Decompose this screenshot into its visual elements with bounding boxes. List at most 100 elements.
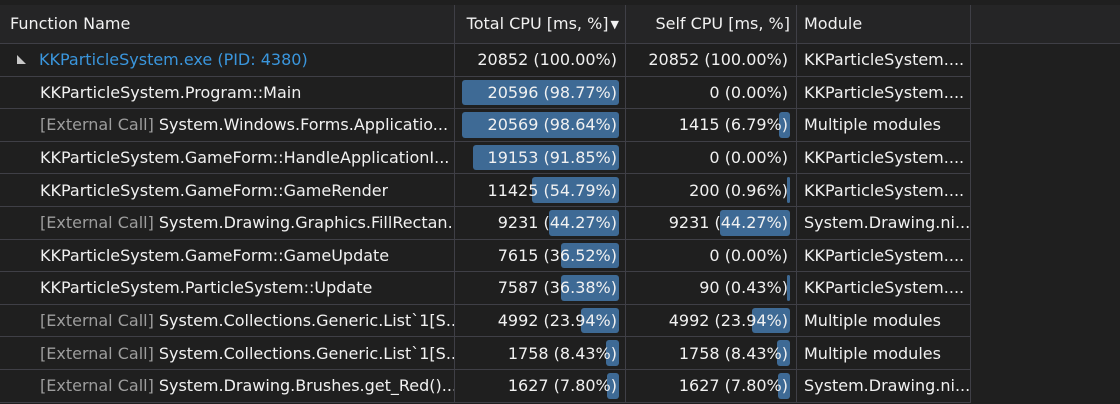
call-tree-rows: KKParticleSystem.exe (PID: 4380) 20852 (1… bbox=[0, 44, 971, 403]
module-name-text: KKParticleSystem.... bbox=[804, 82, 965, 102]
process-name-link[interactable]: KKParticleSystem.exe (PID: 4380) bbox=[39, 50, 308, 69]
table-row[interactable]: KKParticleSystem.GameForm::HandleApplica… bbox=[0, 141, 971, 175]
self-cpu-cell-value: 0 (0.00%) bbox=[709, 245, 788, 265]
self-cpu-cell: 9231 (44.27%) bbox=[626, 206, 797, 239]
total-cpu-cell-value: 7615 (36.52%) bbox=[497, 245, 617, 265]
external-call-label: [External Call] bbox=[40, 343, 154, 363]
function-name-cell: [External Call] System.Drawing.Graphics.F… bbox=[0, 206, 455, 239]
total-cpu-cell: 7587 (36.38%) bbox=[455, 272, 626, 304]
total-cpu-cell: 7615 (36.52%) bbox=[455, 239, 626, 272]
external-call-label: [External Call] bbox=[40, 376, 154, 396]
module-cell: System.Drawing.ni... bbox=[797, 369, 971, 402]
function-name-cell: KKParticleSystem.GameForm::GameRender bbox=[0, 174, 455, 206]
self-cpu-cell: 0 (0.00%) bbox=[626, 76, 797, 109]
column-header-self-cpu-label: Self CPU [ms, %] bbox=[655, 14, 790, 33]
self-cpu-cell-value: 1415 (6.79%) bbox=[678, 115, 788, 135]
total-cpu-cell: 20852 (100.00%) bbox=[455, 44, 626, 76]
column-header-total-cpu-label: Total CPU [ms, %] bbox=[466, 14, 609, 33]
function-name-text: System.Drawing.Graphics.FillRectan... bbox=[158, 213, 454, 233]
expand-collapse-icon[interactable] bbox=[17, 55, 26, 65]
total-cpu-cell: 19153 (91.85%) bbox=[455, 141, 626, 174]
module-cell: KKParticleSystem.... bbox=[797, 141, 971, 174]
function-name-text: KKParticleSystem.GameForm::HandleApplica… bbox=[40, 148, 450, 168]
self-cpu-cell: 200 (0.96%) bbox=[626, 174, 797, 206]
table-row[interactable]: KKParticleSystem.GameForm::GameUpdate 761… bbox=[0, 239, 971, 273]
self-cpu-cell: 0 (0.00%) bbox=[626, 141, 797, 174]
module-name-text: KKParticleSystem.... bbox=[804, 180, 965, 200]
module-cell: KKParticleSystem.... bbox=[797, 44, 971, 76]
column-header-module-label: Module bbox=[804, 14, 863, 33]
module-cell: KKParticleSystem.... bbox=[797, 76, 971, 109]
self-cpu-cell: 0 (0.00%) bbox=[626, 239, 797, 272]
total-cpu-cell: 11425 (54.79%) bbox=[455, 174, 626, 206]
function-name-text: KKParticleSystem.Program::Main bbox=[40, 82, 302, 102]
total-cpu-cell-value: 4992 (23.94%) bbox=[497, 311, 617, 331]
table-row[interactable]: [External Call] System.Windows.Forms.Appl… bbox=[0, 109, 971, 142]
self-cpu-cell-value: 20852 (100.00%) bbox=[648, 50, 788, 70]
table-row[interactable]: KKParticleSystem.ParticleSystem::Update 7… bbox=[0, 272, 971, 305]
column-header-function-name-label: Function Name bbox=[10, 14, 131, 33]
empty-grid-area bbox=[971, 44, 1120, 404]
self-cpu-cell: 1758 (8.43%) bbox=[626, 337, 797, 369]
module-name-text: KKParticleSystem.... bbox=[804, 245, 965, 265]
self-cpu-cell: 1415 (6.79%) bbox=[626, 109, 797, 141]
module-cell: Multiple modules bbox=[797, 304, 971, 337]
self-cpu-cell-value: 0 (0.00%) bbox=[709, 82, 788, 102]
total-cpu-cell-value: 1627 (7.80%) bbox=[507, 376, 617, 396]
total-cpu-cell: 20596 (98.77%) bbox=[455, 76, 626, 109]
function-name-cell: KKParticleSystem.Program::Main bbox=[0, 76, 455, 109]
self-cpu-cell: 90 (0.43%) bbox=[626, 272, 797, 304]
function-name-cell: KKParticleSystem.GameForm::GameUpdate bbox=[0, 239, 455, 272]
total-cpu-cell-value: 20569 (98.64%) bbox=[487, 115, 617, 135]
table-row[interactable]: KKParticleSystem.Program::Main 20596 (98.… bbox=[0, 76, 971, 110]
external-call-label: [External Call] bbox=[40, 115, 154, 135]
self-cpu-cell-value: 200 (0.96%) bbox=[689, 180, 788, 200]
function-name-cell: [External Call] System.Drawing.Brushes.ge… bbox=[0, 369, 455, 402]
total-cpu-cell: 1627 (7.80%) bbox=[455, 369, 626, 402]
external-call-label: [External Call] bbox=[40, 311, 154, 331]
module-cell: KKParticleSystem.... bbox=[797, 239, 971, 272]
total-cpu-cell-value: 11425 (54.79%) bbox=[487, 180, 617, 200]
self-cpu-cell: 4992 (23.94%) bbox=[626, 304, 797, 337]
sort-descending-icon: ▼ bbox=[610, 18, 619, 31]
function-name-text: System.Collections.Generic.List`1[S... bbox=[158, 311, 454, 331]
call-tree-grid: Function Name Total CPU [ms, %] ▼ Self CP… bbox=[0, 0, 1120, 404]
total-cpu-cell-value: 20852 (100.00%) bbox=[477, 50, 617, 70]
column-header-filler bbox=[971, 5, 1120, 43]
table-row[interactable]: [External Call] System.Collections.Generi… bbox=[0, 304, 971, 338]
total-cpu-cell: 4992 (23.94%) bbox=[455, 304, 626, 337]
function-name-text: KKParticleSystem.GameForm::GameUpdate bbox=[40, 245, 390, 265]
module-cell: Multiple modules bbox=[797, 337, 971, 369]
self-cpu-cell-value: 1758 (8.43%) bbox=[678, 343, 788, 363]
self-cpu-cell-value: 4992 (23.94%) bbox=[668, 311, 788, 331]
module-cell: System.Drawing.ni... bbox=[797, 206, 971, 239]
table-row[interactable]: KKParticleSystem.exe (PID: 4380) 20852 (1… bbox=[0, 44, 971, 77]
function-name-text: System.Windows.Forms.Applicatio... bbox=[158, 115, 449, 135]
module-cell: Multiple modules bbox=[797, 109, 971, 141]
function-name-cell: KKParticleSystem.exe (PID: 4380) bbox=[0, 44, 455, 76]
self-cpu-cell-value: 90 (0.43%) bbox=[699, 278, 788, 298]
function-name-text: System.Collections.Generic.List`1[S... bbox=[158, 343, 454, 363]
table-row[interactable]: [External Call] System.Drawing.Brushes.ge… bbox=[0, 369, 971, 403]
table-row[interactable]: [External Call] System.Collections.Generi… bbox=[0, 337, 971, 370]
function-name-cell: KKParticleSystem.ParticleSystem::Update bbox=[0, 272, 455, 304]
column-header-row: Function Name Total CPU [ms, %] ▼ Self CP… bbox=[0, 5, 1120, 44]
module-cell: KKParticleSystem.... bbox=[797, 272, 971, 304]
column-header-function-name[interactable]: Function Name bbox=[0, 5, 455, 43]
column-header-total-cpu[interactable]: Total CPU [ms, %] ▼ bbox=[455, 5, 626, 43]
table-row[interactable]: [External Call] System.Drawing.Graphics.F… bbox=[0, 206, 971, 240]
self-cpu-cell-value: 1627 (7.80%) bbox=[678, 376, 788, 396]
column-header-self-cpu[interactable]: Self CPU [ms, %] bbox=[626, 5, 797, 43]
module-name-text: System.Drawing.ni... bbox=[804, 213, 971, 233]
module-name-text: KKParticleSystem.... bbox=[804, 148, 965, 168]
total-cpu-cell-value: 9231 (44.27%) bbox=[497, 213, 617, 233]
module-name-text: Multiple modules bbox=[804, 311, 941, 331]
function-name-text: System.Drawing.Brushes.get_Red()... bbox=[158, 376, 454, 396]
self-cpu-cell-value: 0 (0.00%) bbox=[709, 148, 788, 168]
total-cpu-cell-value: 7587 (36.38%) bbox=[497, 278, 617, 298]
table-row[interactable]: KKParticleSystem.GameForm::GameRender 114… bbox=[0, 174, 971, 207]
total-cpu-cell: 1758 (8.43%) bbox=[455, 337, 626, 369]
function-name-cell: [External Call] System.Windows.Forms.Appl… bbox=[0, 109, 455, 141]
total-cpu-cell: 9231 (44.27%) bbox=[455, 206, 626, 239]
column-header-module[interactable]: Module bbox=[797, 5, 971, 43]
